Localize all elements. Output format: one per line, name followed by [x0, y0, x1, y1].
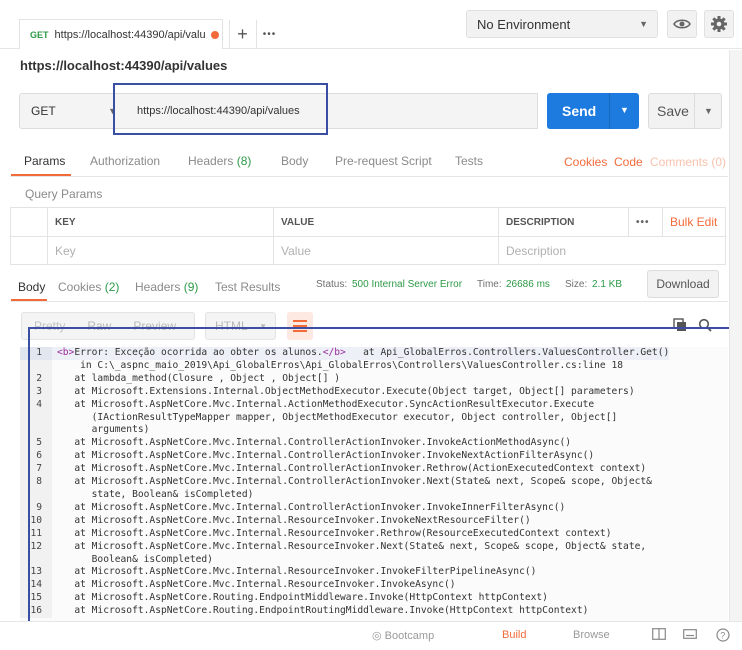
help-icon[interactable]: ? — [716, 628, 730, 642]
send-button[interactable]: Send ▼ — [547, 93, 639, 129]
tab-headers-count: (8) — [236, 154, 252, 168]
response-tab-test-results[interactable]: Test Results — [215, 280, 280, 294]
status-value[interactable]: 500 Internal Server Error — [352, 279, 462, 290]
plus-icon: + — [237, 23, 248, 44]
row-check-cell — [11, 237, 48, 265]
environment-quick-look-button[interactable] — [667, 10, 697, 38]
chevron-down-icon: ▼ — [639, 19, 648, 29]
size-value[interactable]: 2.1 KB — [592, 279, 622, 290]
tab-headers[interactable]: Headers (8) — [188, 154, 251, 168]
tab-body[interactable]: Body — [281, 154, 308, 168]
response-tab-cookies-count: (2) — [104, 280, 120, 294]
footer-bootcamp-label: Bootcamp — [384, 630, 435, 642]
request-title[interactable]: https://localhost:44390/api/values — [20, 58, 227, 73]
footer-bootcamp[interactable]: ◎ Bootcamp — [372, 629, 434, 642]
layout-icon[interactable] — [652, 628, 666, 641]
time-label: Time: — [477, 279, 502, 290]
key-input[interactable]: Key — [48, 237, 274, 265]
response-tab-headers-label: Headers — [135, 280, 181, 294]
footer-browse[interactable]: Browse — [573, 629, 610, 641]
status-footer — [0, 621, 742, 650]
more-icon[interactable]: ••• — [629, 208, 663, 237]
save-button[interactable]: Save ▼ — [648, 93, 722, 129]
value-input[interactable]: Value — [274, 237, 499, 265]
environment-selected: No Environment — [477, 16, 571, 32]
tabs-divider — [10, 176, 728, 177]
unsaved-dot-icon[interactable] — [210, 30, 219, 39]
send-options-chevron-icon[interactable]: ▼ — [620, 105, 629, 115]
keyboard-icon[interactable] — [683, 628, 697, 641]
size-label: Size: — [565, 279, 588, 290]
request-tab-method: GET — [30, 29, 49, 40]
tab-tests[interactable]: Tests — [455, 154, 483, 168]
svg-text:?: ? — [720, 631, 725, 641]
footer-build[interactable]: Build — [502, 629, 526, 641]
response-tab-headers[interactable]: Headers (9) — [135, 280, 198, 294]
tab-params[interactable]: Params — [24, 154, 65, 168]
download-button[interactable]: Download — [647, 270, 719, 298]
save-options-chevron-icon[interactable]: ▼ — [704, 106, 713, 116]
url-annotation-box — [113, 83, 328, 135]
settings-button[interactable] — [704, 10, 734, 38]
method-select[interactable]: GET ▼ — [19, 93, 127, 129]
request-tab[interactable]: GET https://localhost:44390/api/value — [19, 19, 223, 49]
environment-select[interactable]: No Environment ▼ — [466, 10, 658, 38]
tab-headers-label: Headers — [188, 154, 234, 168]
tab-prerequest-script[interactable]: Pre-request Script — [335, 154, 432, 168]
save-divider — [694, 94, 695, 128]
response-tab-cookies[interactable]: Cookies (2) — [58, 280, 119, 294]
gear-icon — [711, 16, 727, 32]
tab-authorization[interactable]: Authorization — [90, 154, 160, 168]
column-header-value: VALUE — [274, 208, 499, 237]
response-tabs-divider — [10, 301, 728, 302]
send-divider — [609, 93, 610, 129]
bootcamp-icon: ◎ — [372, 630, 385, 642]
row-check-header — [11, 208, 48, 237]
page-scrollbar[interactable] — [729, 50, 742, 650]
cookies-link[interactable]: Cookies — [564, 155, 607, 169]
send-label: Send — [562, 103, 597, 119]
eye-icon — [673, 19, 691, 29]
column-header-key: KEY — [48, 208, 274, 237]
wrap-lines-icon — [293, 320, 307, 322]
bulk-edit-link[interactable]: Bulk Edit — [663, 208, 725, 237]
more-icon: ••• — [262, 28, 277, 40]
time-value[interactable]: 26686 ms — [506, 279, 550, 290]
tab-options-button[interactable]: ••• — [256, 20, 282, 48]
response-tab-headers-count: (9) — [183, 280, 199, 294]
method-value: GET — [31, 104, 56, 118]
response-annotation-box — [28, 327, 740, 639]
status-label: Status: — [316, 279, 348, 290]
response-tab-cookies-label: Cookies — [58, 280, 102, 294]
new-tab-button[interactable]: + — [229, 20, 255, 48]
code-link[interactable]: Code — [614, 155, 643, 169]
comments-link[interactable]: Comments (0) — [650, 155, 726, 169]
query-params-table: KEY VALUE DESCRIPTION ••• Bulk Edit Key … — [10, 207, 726, 265]
column-header-description: DESCRIPTION — [499, 208, 629, 237]
description-input[interactable]: Description — [499, 237, 725, 265]
request-tab-url: https://localhost:44390/api/value — [54, 28, 205, 41]
query-params-label: Query Params — [25, 187, 103, 201]
response-tab-body[interactable]: Body — [18, 280, 45, 294]
save-label: Save — [657, 103, 689, 119]
